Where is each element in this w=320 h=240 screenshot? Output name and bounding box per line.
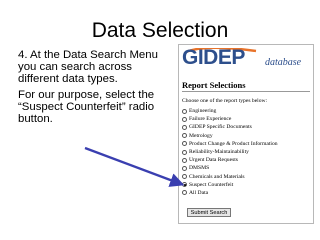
- radio-button[interactable]: [182, 116, 187, 122]
- radio-label: Product Change & Product Information: [189, 140, 278, 147]
- submit-search-button[interactable]: Submit Search: [187, 208, 231, 217]
- radio-label: Engineering: [189, 108, 217, 115]
- report-type-option[interactable]: Engineering: [182, 107, 278, 115]
- report-type-option[interactable]: All Data: [182, 189, 278, 197]
- radio-button[interactable]: [182, 149, 187, 155]
- gidep-logo: GIDEP: [182, 46, 262, 71]
- report-type-option[interactable]: DMSMS: [182, 164, 278, 172]
- report-type-option[interactable]: Product Change & Product Information: [182, 140, 278, 148]
- choose-instruction: Choose one of the report types below:: [182, 98, 268, 104]
- radio-button[interactable]: [182, 165, 187, 171]
- report-type-option[interactable]: GIDEP Specific Documents: [182, 123, 278, 131]
- radio-label: Reliability-Maintainability: [189, 149, 249, 156]
- radio-label: Urgent Data Requests: [189, 157, 238, 164]
- logo-text: GIDEP: [182, 46, 245, 69]
- radio-button[interactable]: [182, 133, 187, 139]
- instruction-paragraph-2: For our purpose, select the “Suspect Cou…: [18, 89, 155, 125]
- logo-subtext: database: [265, 57, 302, 68]
- slide-body: 4. At the Data Search Menu you can searc…: [18, 49, 170, 131]
- radio-button[interactable]: [182, 108, 187, 114]
- radio-label: DMSMS: [189, 165, 210, 172]
- gidep-screenshot: GIDEP database Report Selections Choose …: [178, 44, 314, 224]
- radio-label: Suspect Counterfeit: [189, 181, 234, 188]
- radio-button[interactable]: [182, 141, 187, 147]
- slide-title: Data Selection: [91, 19, 229, 42]
- radio-label: Chemicals and Materials: [189, 173, 245, 180]
- radio-button[interactable]: [182, 182, 187, 188]
- instruction-paragraph-1: 4. At the Data Search Menu you can searc…: [18, 49, 158, 85]
- radio-button[interactable]: [182, 174, 187, 180]
- report-type-option[interactable]: Suspect Counterfeit: [182, 181, 278, 189]
- radio-label: Metrology: [189, 132, 213, 139]
- report-type-radio-group: Engineering Failure Experience GIDEP Speci…: [182, 107, 278, 197]
- radio-button[interactable]: [182, 157, 187, 163]
- report-type-option[interactable]: Chemicals and Materials: [182, 173, 278, 181]
- report-type-option[interactable]: Reliability-Maintainability: [182, 148, 278, 156]
- radio-label: Failure Experience: [189, 116, 232, 123]
- report-selections-heading: Report Selections: [182, 80, 246, 90]
- radio-label: GIDEP Specific Documents: [189, 124, 252, 131]
- radio-button[interactable]: [182, 190, 187, 196]
- report-type-option[interactable]: Failure Experience: [182, 115, 278, 123]
- report-type-option[interactable]: Metrology: [182, 132, 278, 140]
- radio-button[interactable]: [182, 124, 187, 130]
- report-type-option[interactable]: Urgent Data Requests: [182, 156, 278, 164]
- radio-label: All Data: [189, 189, 209, 196]
- slide: Data Selection 4. At the Data Search Men…: [0, 0, 320, 240]
- heading-divider: [182, 91, 310, 92]
